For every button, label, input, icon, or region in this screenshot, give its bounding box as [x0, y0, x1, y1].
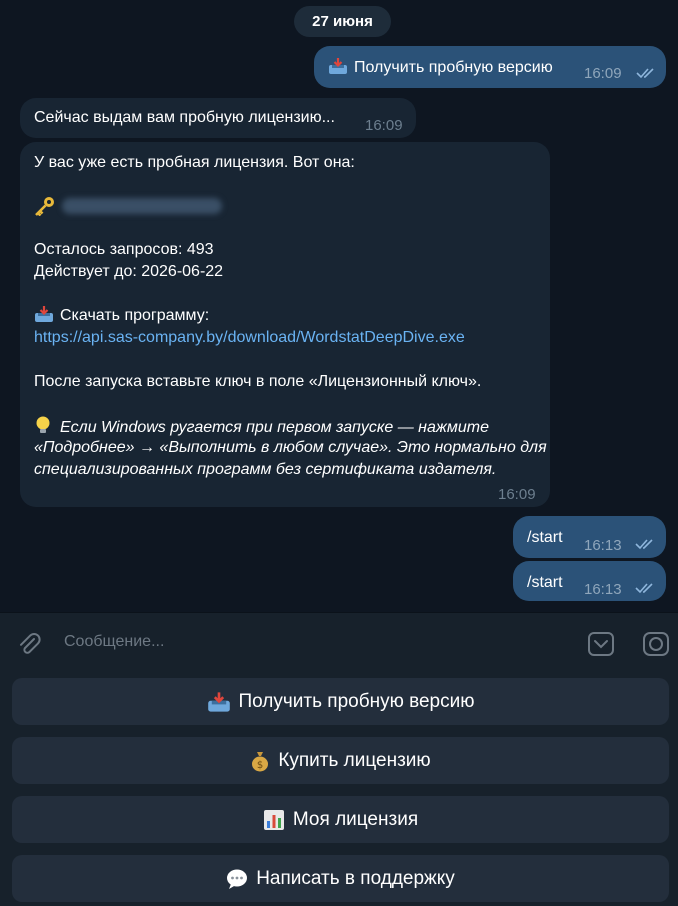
money-bag-icon: $: [252, 751, 269, 771]
message-incoming[interactable]: Сейчас выдам вам пробную лицензию... 16:…: [20, 98, 416, 138]
read-checks-icon: [635, 583, 653, 594]
chat-history[interactable]: 27 июня Получить пробную версию 16:09 Се…: [0, 0, 678, 612]
message-time: 16:09: [498, 486, 536, 503]
message-outgoing[interactable]: /start 16:13: [513, 561, 666, 601]
keyboard-button-get-trial[interactable]: Получить пробную версию: [12, 678, 669, 725]
message-time: 16:13: [584, 581, 622, 598]
tip-line-2: «Подробнее» → «Выполнить в любом случае»…: [34, 439, 547, 456]
message-time: 16:13: [584, 537, 622, 554]
after-launch-note: После запуска вставьте ключ в поле «Лице…: [34, 373, 482, 390]
keyboard-button-my-license[interactable]: Моя лицензия: [12, 796, 669, 843]
date-separator: 27 июня: [294, 6, 391, 37]
message-outgoing[interactable]: Получить пробную версию 16:09: [314, 46, 666, 88]
keyboard-button-label: Купить лицензию: [278, 749, 431, 771]
message-outgoing[interactable]: /start 16:13: [513, 516, 666, 558]
license-intro: У вас уже есть пробная лицензия. Вот она…: [34, 154, 355, 171]
camera-icon[interactable]: [642, 630, 670, 658]
svg-text:$: $: [257, 760, 263, 771]
keyboard-button-buy-license[interactable]: $ Купить лицензию: [12, 737, 669, 784]
inbox-tray-icon: [329, 58, 347, 74]
keyboard-button-label: Написать в поддержку: [256, 867, 455, 889]
bot-keyboard-toggle-icon[interactable]: [587, 630, 615, 658]
message-text: Сейчас выдам вам пробную лицензию...: [34, 109, 335, 126]
read-checks-icon: [636, 68, 654, 79]
message-time: 16:09: [365, 117, 403, 134]
inbox-tray-icon: [207, 691, 230, 712]
message-text: Получить пробную версию: [354, 59, 553, 76]
valid-until: Действует до: 2026-06-22: [34, 263, 224, 280]
license-key-hidden[interactable]: [62, 197, 222, 214]
key-icon: [35, 196, 54, 217]
message-input[interactable]: Сообщение...: [64, 633, 164, 651]
keyboard-button-label: Моя лицензия: [292, 808, 419, 830]
read-checks-icon: [635, 539, 653, 550]
message-time: 16:09: [584, 65, 622, 82]
message-incoming-license[interactable]: У вас уже есть пробная лицензия. Вот она…: [20, 142, 550, 507]
bar-chart-icon: [263, 809, 284, 830]
download-label: Скачать программу:: [60, 307, 210, 324]
download-link[interactable]: https://api.sas-company.by/download/Word…: [34, 327, 465, 349]
attach-icon[interactable]: [16, 631, 42, 657]
tip-line-1: Если Windows ругается при первом запуске…: [60, 419, 489, 436]
speech-bubble-icon: [227, 869, 248, 889]
bot-reply-keyboard: Получить пробную версию $ Купить лицензи…: [0, 674, 678, 906]
requests-left: Осталось запросов: 493: [34, 241, 214, 258]
lightbulb-icon: [36, 416, 50, 433]
keyboard-button-contact-support[interactable]: Написать в поддержку: [12, 855, 669, 902]
message-composer: Сообщение...: [0, 612, 678, 674]
message-text: /start: [527, 574, 563, 591]
inbox-tray-icon: [35, 306, 53, 322]
keyboard-button-label: Получить пробную версию: [238, 690, 475, 712]
message-text: /start: [527, 529, 563, 546]
license-key-row: [34, 195, 222, 217]
tip-line-3: специализированных программ без сертифик…: [34, 461, 497, 478]
